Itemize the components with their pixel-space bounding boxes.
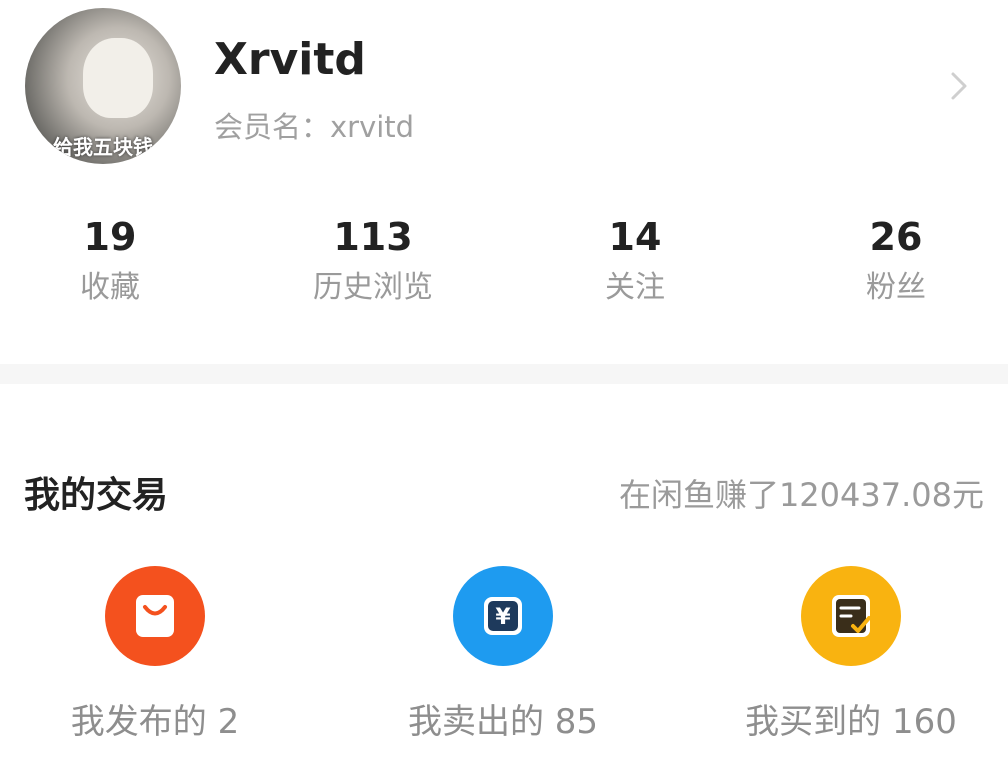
avatar-caption: 给我五块钱 — [53, 135, 153, 159]
trade-icon-circle: ¥ — [453, 566, 553, 666]
stat-label: 关注 — [605, 270, 665, 305]
earned-summary[interactable]: 在闲鱼赚了120437.08元 — [619, 470, 984, 516]
trade-label: 我卖出的 85 — [407, 702, 599, 742]
stat-count: 14 — [608, 215, 662, 259]
stat-count: 113 — [333, 215, 413, 259]
yen-icon: ¥ — [484, 597, 522, 635]
trade-sold[interactable]: ¥ 我卖出的 85 — [353, 566, 653, 743]
stat-label: 历史浏览 — [313, 270, 433, 305]
stat-count: 19 — [83, 215, 137, 259]
svg-text:¥: ¥ — [495, 605, 511, 630]
chevron-right-icon[interactable] — [944, 68, 974, 104]
member-name: 会员名：xrvitd — [214, 110, 415, 144]
trade-section-title: 我的交易 — [24, 475, 169, 516]
trade-published[interactable]: 我发布的 2 — [5, 566, 305, 743]
section-divider — [0, 364, 1008, 384]
stat-favorites[interactable]: 19 收藏 — [0, 210, 230, 312]
stats-row: 19 收藏 113 历史浏览 14 关注 26 粉丝 — [0, 210, 1008, 320]
stat-count: 26 — [869, 215, 923, 259]
stat-following[interactable]: 14 关注 — [515, 210, 755, 312]
avatar-image — [83, 38, 153, 118]
trade-icon-circle — [105, 566, 205, 666]
receipt-check-icon — [832, 595, 871, 637]
trade-label: 我发布的 2 — [70, 702, 240, 742]
stat-fans[interactable]: 26 粉丝 — [776, 210, 1008, 312]
avatar[interactable]: 给我五块钱 — [25, 8, 181, 164]
trade-bought[interactable]: 我买到的 160 — [701, 566, 1001, 743]
stat-label: 收藏 — [80, 270, 140, 305]
stat-label: 粉丝 — [866, 270, 926, 305]
profile-header[interactable]: 给我五块钱 Xrvitd 会员名：xrvitd — [0, 0, 1008, 200]
nickname: Xrvitd — [214, 34, 366, 85]
trade-icon-circle — [801, 566, 901, 666]
trade-label: 我买到的 160 — [745, 702, 957, 742]
shopping-bag-icon — [136, 595, 174, 637]
stat-history[interactable]: 113 历史浏览 — [253, 210, 493, 312]
